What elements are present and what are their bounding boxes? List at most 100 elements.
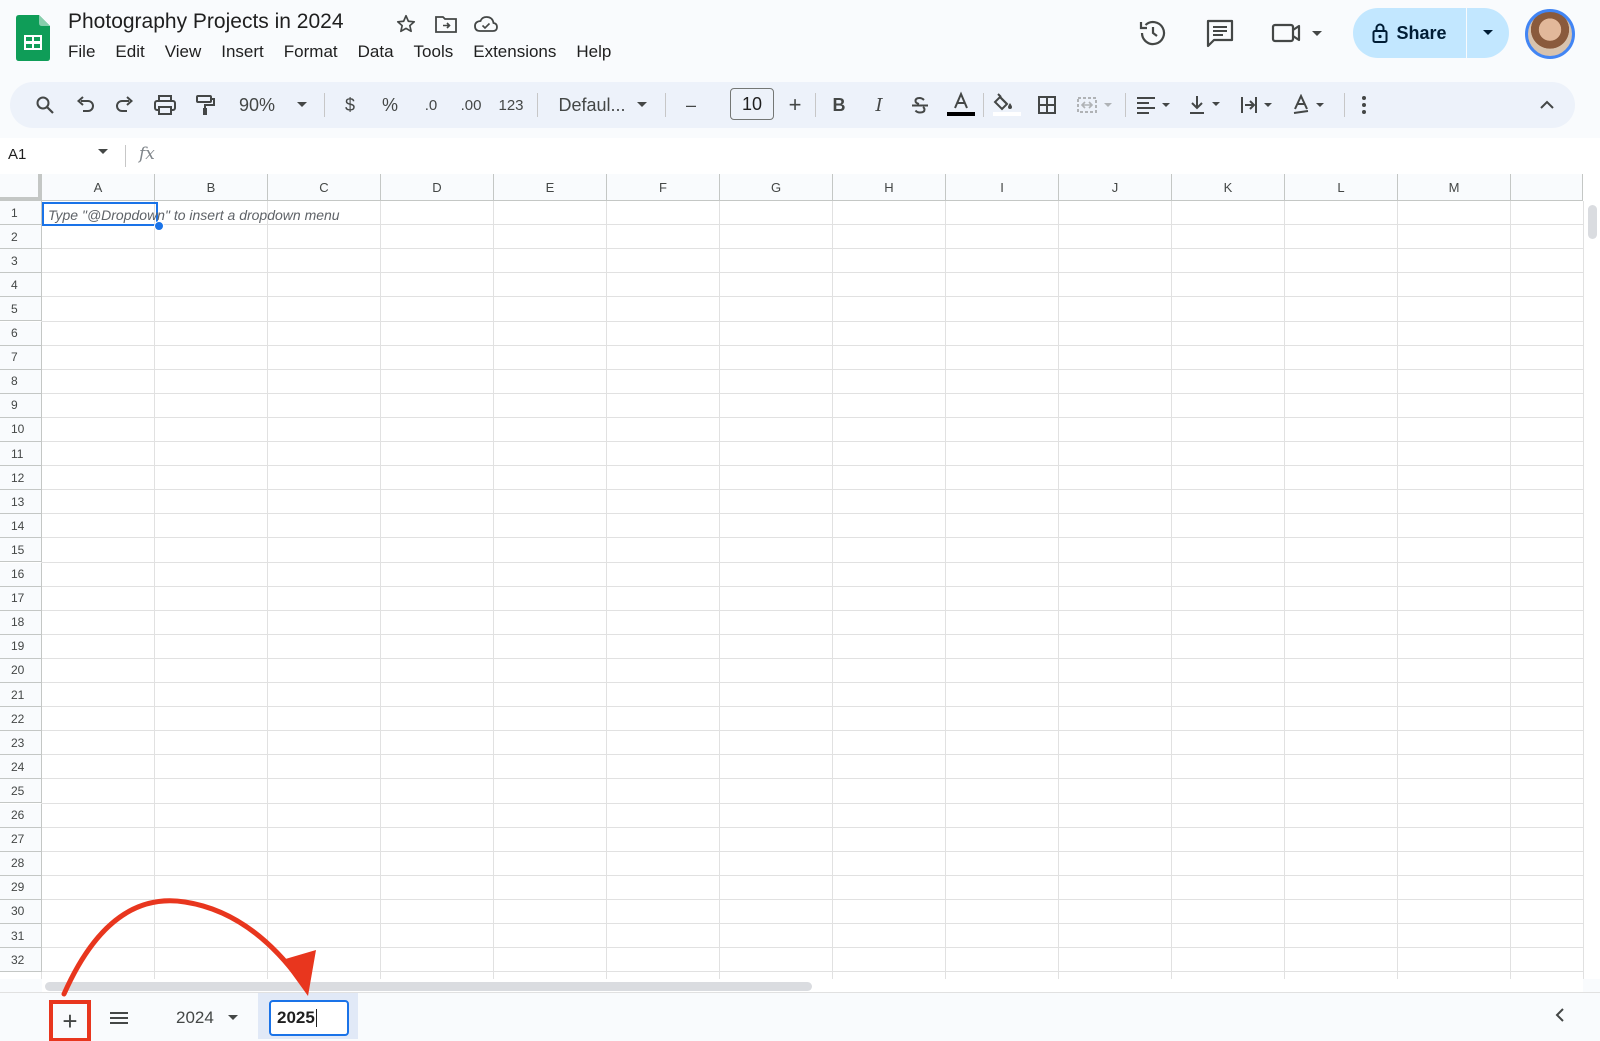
vertical-scroll-thumb[interactable] [1588,205,1597,239]
zoom-dropdown-icon[interactable] [292,82,312,128]
row-header[interactable]: 32 [0,948,42,973]
horizontal-align-icon[interactable] [1132,82,1178,128]
row-header[interactable]: 18 [0,610,42,635]
column-header-g[interactable]: G [720,174,833,201]
document-title[interactable]: Photography Projects in 2024 [68,10,344,34]
row-header[interactable]: 23 [0,731,42,756]
bold-button[interactable]: B [825,82,853,128]
percent-format-button[interactable]: % [376,82,404,128]
row-header[interactable]: 4 [0,273,42,298]
fill-color-icon[interactable] [990,82,1024,128]
currency-format-button[interactable]: $ [336,82,364,128]
menu-format[interactable]: Format [274,42,348,62]
more-formats-button[interactable]: 123 [496,82,526,128]
row-header[interactable]: 13 [0,490,42,515]
menu-tools[interactable]: Tools [404,42,464,62]
row-header[interactable]: 16 [0,562,42,587]
row-header[interactable]: 31 [0,924,42,949]
menu-help[interactable]: Help [566,42,621,62]
merge-cells-icon[interactable] [1072,82,1118,128]
add-sheet-button[interactable]: + [49,1000,91,1041]
font-size-decrease-button[interactable]: – [678,82,704,128]
horizontal-scroll-thumb[interactable] [45,982,812,991]
row-header[interactable]: 27 [0,827,42,852]
sheet-rename-input[interactable]: 2025 [269,1000,349,1036]
chevron-down-icon[interactable] [227,1015,238,1021]
row-header[interactable]: 19 [0,634,42,659]
row-header[interactable]: 26 [0,803,42,828]
row-header[interactable]: 22 [0,707,42,732]
column-header-m[interactable]: M [1398,174,1511,201]
decrease-decimal-button[interactable]: .0 [414,82,448,128]
column-header-h[interactable]: H [833,174,946,201]
share-button[interactable]: Share [1353,8,1467,58]
column-header-a[interactable]: A [42,174,155,201]
avatar[interactable] [1525,9,1575,59]
row-header[interactable]: 8 [0,369,42,394]
name-box[interactable]: A1 [8,146,26,163]
row-header[interactable]: 15 [0,538,42,563]
menu-extensions[interactable]: Extensions [463,42,566,62]
menu-edit[interactable]: Edit [105,42,154,62]
comments-icon[interactable] [1203,16,1237,50]
version-history-icon[interactable] [1136,16,1170,50]
font-size-input[interactable]: 10 [730,88,774,120]
row-header[interactable]: 20 [0,658,42,683]
increase-decimal-button[interactable]: .00 [452,82,490,128]
column-header-f[interactable]: F [607,174,720,201]
undo-icon[interactable] [70,82,100,128]
row-header[interactable]: 10 [0,417,42,442]
move-folder-icon[interactable] [432,11,460,37]
menu-file[interactable]: File [58,42,105,62]
row-header[interactable]: 3 [0,249,42,274]
cloud-saved-icon[interactable] [472,11,500,37]
column-header-e[interactable]: E [494,174,607,201]
all-sheets-menu-icon[interactable] [106,1006,132,1030]
column-header-overflow[interactable] [1511,174,1583,201]
column-header-c[interactable]: C [268,174,381,201]
row-header[interactable]: 28 [0,851,42,876]
chevron-left-icon[interactable] [1550,1005,1570,1025]
row-header[interactable]: 14 [0,514,42,539]
menu-view[interactable]: View [155,42,212,62]
row-header[interactable]: 1 [0,201,42,226]
select-all-corner[interactable] [0,174,42,201]
row-header[interactable]: 24 [0,755,42,780]
meet-video-icon[interactable] [1269,16,1331,50]
row-header[interactable]: 7 [0,345,42,370]
collapse-menus-icon[interactable] [1532,82,1562,128]
row-header[interactable]: 30 [0,899,42,924]
borders-icon[interactable] [1032,82,1062,128]
row-header[interactable]: 2 [0,225,42,250]
zoom-select[interactable]: 90% [232,82,282,128]
redo-icon[interactable] [110,82,140,128]
row-header[interactable]: 9 [0,393,42,418]
column-header-i[interactable]: I [946,174,1059,201]
column-header-j[interactable]: J [1059,174,1172,201]
italic-button[interactable]: I [865,82,893,128]
menu-insert[interactable]: Insert [211,42,274,62]
font-dropdown-icon[interactable] [634,82,650,128]
font-select[interactable]: Defaul... [550,82,634,128]
text-color-icon[interactable] [944,82,978,128]
menu-data[interactable]: Data [348,42,404,62]
row-header[interactable]: 12 [0,466,42,491]
vertical-scrollbar[interactable] [1583,201,1600,979]
spreadsheet-grid[interactable]: A B C D E F G H I J K L M 1 2 3 4 5 6 7 8 9 10 11 12 13 14 15 16 17 18… [0,174,1600,979]
column-header-l[interactable]: L [1285,174,1398,201]
vertical-align-icon[interactable] [1184,82,1230,128]
star-icon[interactable] [392,11,420,37]
search-menus-icon[interactable] [30,82,60,128]
text-wrapping-icon[interactable] [1236,82,1282,128]
row-header[interactable]: 11 [0,442,42,467]
print-icon[interactable] [150,82,180,128]
horizontal-scrollbar[interactable] [42,979,1583,992]
strikethrough-icon[interactable] [905,82,935,128]
row-header[interactable]: 25 [0,779,42,804]
name-box-dropdown-icon[interactable] [98,149,108,155]
row-header[interactable]: 5 [0,297,42,322]
text-rotation-icon[interactable] [1288,82,1334,128]
sheet-tab-2024[interactable]: 2024 [160,999,252,1037]
paint-format-icon[interactable] [190,82,220,128]
font-size-increase-button[interactable]: + [782,82,808,128]
